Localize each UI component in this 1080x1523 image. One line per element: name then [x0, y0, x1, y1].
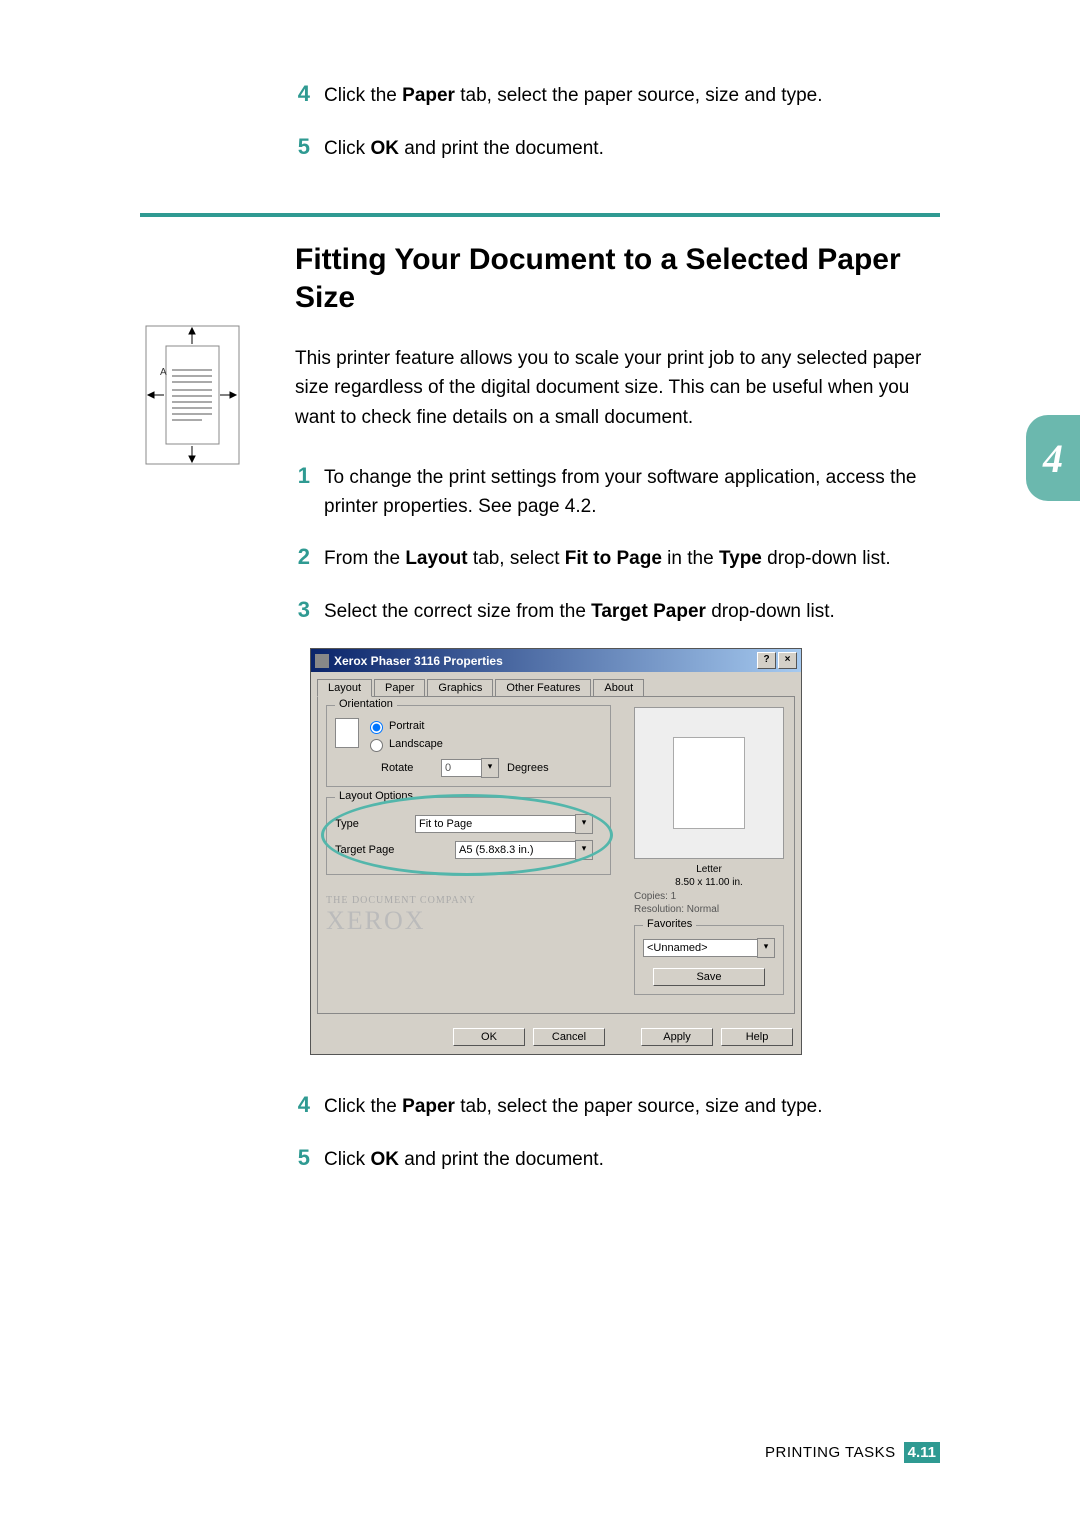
help-button[interactable]: Help — [721, 1028, 793, 1046]
favorites-dropdown[interactable] — [643, 939, 757, 957]
intro-paragraph: This printer feature allows you to scale… — [295, 344, 940, 432]
properties-dialog: Xerox Phaser 3116 Properties ? × Layout … — [310, 648, 802, 1055]
dialog-title: Xerox Phaser 3116 Properties — [334, 654, 503, 668]
step-text: To change the print settings from your s… — [324, 462, 940, 521]
footer-page-badge: 4.11 — [904, 1442, 940, 1463]
step-number: 3 — [140, 596, 324, 624]
type-label: Type — [335, 818, 415, 830]
step-text: Click OK and print the document. — [324, 1144, 604, 1175]
preview-box — [634, 707, 784, 859]
apply-button[interactable]: Apply — [641, 1028, 713, 1046]
svg-text:A: A — [160, 367, 167, 378]
step-3: 3 Select the correct size from the Targe… — [140, 596, 940, 627]
fit-to-page-illustration: A — [140, 320, 245, 475]
step-2: 2 From the Layout tab, select Fit to Pag… — [140, 543, 940, 574]
section-separator — [140, 213, 940, 217]
brand-small: THE DOCUMENT COMPANY — [326, 895, 611, 906]
preview-paper-name: Letter — [634, 863, 784, 876]
step-number: 4 — [140, 80, 324, 108]
footer-chapter: 4. — [908, 1444, 921, 1461]
group-legend: Orientation — [335, 698, 397, 710]
cancel-button[interactable]: Cancel — [533, 1028, 605, 1046]
preview-page-icon — [673, 737, 745, 829]
group-legend: Favorites — [643, 918, 696, 930]
app-icon — [315, 654, 329, 668]
help-titlebar-button[interactable]: ? — [757, 652, 776, 669]
step-text: Click the Paper tab, select the paper so… — [324, 80, 823, 111]
tab-other-features[interactable]: Other Features — [495, 679, 591, 697]
section-heading: Fitting Your Document to a Selected Pape… — [295, 241, 940, 316]
ok-button[interactable]: OK — [453, 1028, 525, 1046]
step-text: Click the Paper tab, select the paper so… — [324, 1091, 823, 1122]
rotate-label: Rotate — [381, 762, 441, 774]
step-4-bottom: 4 Click the Paper tab, select the paper … — [140, 1091, 940, 1122]
target-page-dropdown[interactable] — [455, 841, 575, 859]
group-legend: Layout Options — [335, 790, 417, 802]
step-number: 4 — [140, 1091, 324, 1119]
landscape-label: Landscape — [389, 738, 443, 750]
tab-about[interactable]: About — [593, 679, 644, 697]
rotate-value[interactable] — [441, 759, 481, 777]
brand-big: XEROX — [326, 906, 611, 936]
dropdown-arrow-icon[interactable]: ▾ — [481, 758, 499, 778]
step-1: 1 To change the print settings from your… — [140, 462, 940, 521]
preview-copies: Copies: 1 — [634, 891, 784, 902]
step-number: 2 — [140, 543, 324, 571]
tab-panel-layout: Orientation Portrait Landscape Rotate — [317, 696, 795, 1014]
step-5-top: 5 Click OK and print the document. — [140, 133, 940, 164]
step-5-bottom: 5 Click OK and print the document. — [140, 1144, 940, 1175]
portrait-label: Portrait — [389, 720, 424, 732]
step-number: 5 — [140, 1144, 324, 1172]
close-titlebar-button[interactable]: × — [778, 652, 797, 669]
preview-paper-dim: 8.50 x 11.00 in. — [634, 876, 784, 889]
footer-page: 11 — [920, 1444, 936, 1461]
target-page-label: Target Page — [335, 844, 415, 856]
tab-graphics[interactable]: Graphics — [427, 679, 493, 697]
chapter-tab: 4 — [1026, 415, 1080, 501]
step-number: 5 — [140, 133, 324, 161]
footer-section-label: PRINTING TASKS — [765, 1444, 896, 1461]
dialog-button-row: OK Cancel Apply Help — [311, 1020, 801, 1054]
orientation-group: Orientation Portrait Landscape Rotate — [326, 705, 611, 787]
step-4-top: 4 Click the Paper tab, select the paper … — [140, 80, 940, 111]
portrait-radio[interactable] — [370, 721, 383, 734]
dropdown-arrow-icon[interactable]: ▾ — [575, 840, 593, 860]
rotate-unit: Degrees — [507, 762, 549, 774]
type-dropdown[interactable] — [415, 815, 575, 833]
tab-layout[interactable]: Layout — [317, 679, 372, 697]
preview-pane: Letter 8.50 x 11.00 in. Copies: 1 Resolu… — [634, 707, 784, 995]
step-text: From the Layout tab, select Fit to Page … — [324, 543, 891, 574]
xerox-brand: THE DOCUMENT COMPANY XEROX — [326, 895, 611, 936]
step-text: Select the correct size from the Target … — [324, 596, 835, 627]
dropdown-arrow-icon[interactable]: ▾ — [575, 814, 593, 834]
step-text: Click OK and print the document. — [324, 133, 604, 164]
highlight-ellipse — [321, 794, 613, 876]
dialog-tabbar: Layout Paper Graphics Other Features Abo… — [311, 672, 801, 696]
orientation-icon — [335, 718, 359, 748]
save-button[interactable]: Save — [653, 968, 765, 986]
landscape-radio[interactable] — [370, 739, 383, 752]
preview-resolution: Resolution: Normal — [634, 904, 784, 915]
dialog-titlebar: Xerox Phaser 3116 Properties ? × — [311, 649, 801, 672]
favorites-group: Favorites ▾ Save — [634, 925, 784, 995]
page-footer: PRINTING TASKS 4.11 — [765, 1442, 940, 1463]
dropdown-arrow-icon[interactable]: ▾ — [757, 938, 775, 958]
layout-options-group: Layout Options Type ▾ Target Page — [326, 797, 611, 875]
tab-paper[interactable]: Paper — [374, 679, 425, 697]
